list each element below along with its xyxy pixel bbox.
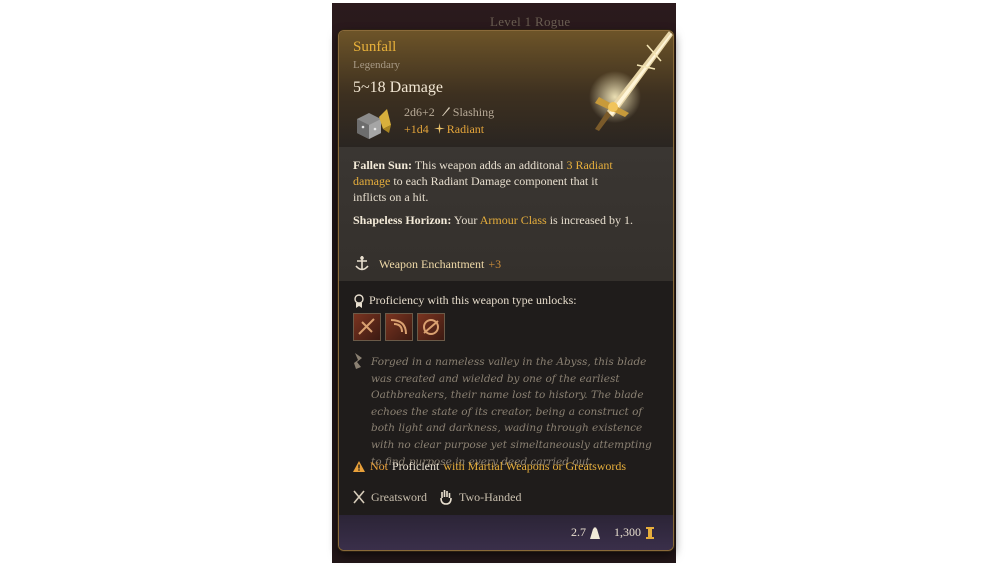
weight-value: 2.7 [571,525,586,539]
enchantment-value: +3 [488,256,502,271]
warning-proficient: Proficient [392,459,440,473]
proficiency-row: Proficiency with this weapon type unlock… [353,293,577,308]
footer-stats: 2.7 1,300 [571,525,655,540]
enchantment-label: Weapon Enchantment [379,256,485,271]
action-icon-2[interactable] [385,313,413,341]
armour-class-link[interactable]: Armour Class [480,213,547,227]
gold-value: 1,300 [614,525,641,539]
proficiency-warning: Not Proficient with Martial Weapons or G… [353,459,626,474]
sword-art-icon [589,31,673,131]
weapon-enchantment-row[interactable]: Weapon Enchantment +3 [353,253,501,275]
warning-not: Not [370,459,388,473]
radiant-icon [433,123,445,134]
tag-two-handed-label: Two-Handed [458,489,522,504]
fallen-sun-name: Fallen Sun: [353,158,413,172]
weight-icon [590,526,600,539]
item-name: Sunfall [353,39,397,55]
proficiency-actions [353,313,445,341]
warning-icon [353,461,365,472]
tooltip-footer: 2.7 1,300 [339,515,673,550]
tag-greatsword[interactable]: Greatsword [353,490,427,505]
gold-icon [646,526,654,539]
lore-text: Forged in a nameless valley in the Abyss… [371,356,652,468]
properties-section: Fallen Sun: This weapon adds an additona… [339,147,673,281]
extra-damage: +1d4 Radiant [404,122,484,137]
item-rarity: Legendary [353,59,401,71]
enchantment-icon [355,256,369,271]
action-icon-3[interactable] [417,313,445,341]
shapeless-horizon-text-a: Your [451,213,480,227]
details-section: Proficiency with this weapon type unlock… [339,281,673,515]
quill-icon [354,353,362,369]
base-damage-dice: 2d6+2 [404,105,435,119]
tag-two-handed[interactable]: Two-Handed [439,489,521,505]
shapeless-horizon-property: Shapeless Horizon: Your Armour Class is … [353,212,633,228]
extra-damage-type: Radiant [446,122,485,136]
item-tooltip: Sunfall Legendary 5~18 Damage 2d6+2 Slas… [338,30,674,551]
warning-rest[interactable]: with Martial Weapons or Greatswords [443,459,626,474]
action-icon-1[interactable] [353,313,381,341]
dice-icon [357,109,391,139]
character-level-label: Level 1 Rogue [490,14,571,29]
extra-damage-dice: +1d4 [404,122,429,136]
weapon-tags: Greatsword Two-Handed [353,489,533,505]
crossed-swords-icon [353,490,365,504]
tooltip-header: Sunfall Legendary 5~18 Damage 2d6+2 Slas… [339,31,673,147]
base-damage: 2d6+2 Slashing [404,105,494,120]
fallen-sun-text-b: to each Radiant Damage component that it… [353,174,598,204]
shapeless-horizon-name: Shapeless Horizon: [353,213,452,227]
fallen-sun-text-a: This weapon adds an additonal [412,158,567,172]
proficiency-icon [354,293,364,308]
fallen-sun-property: Fallen Sun: This weapon adds an additona… [353,157,633,205]
damage-title: 5~18 Damage [353,79,443,96]
proficiency-text: Proficiency with this weapon type unlock… [369,293,577,307]
base-damage-type: Slashing [452,105,495,119]
tag-greatsword-label: Greatsword [371,489,427,504]
shapeless-horizon-text-b: is increased by 1. [546,213,634,227]
hand-icon [440,490,452,505]
slashing-icon [441,107,450,116]
